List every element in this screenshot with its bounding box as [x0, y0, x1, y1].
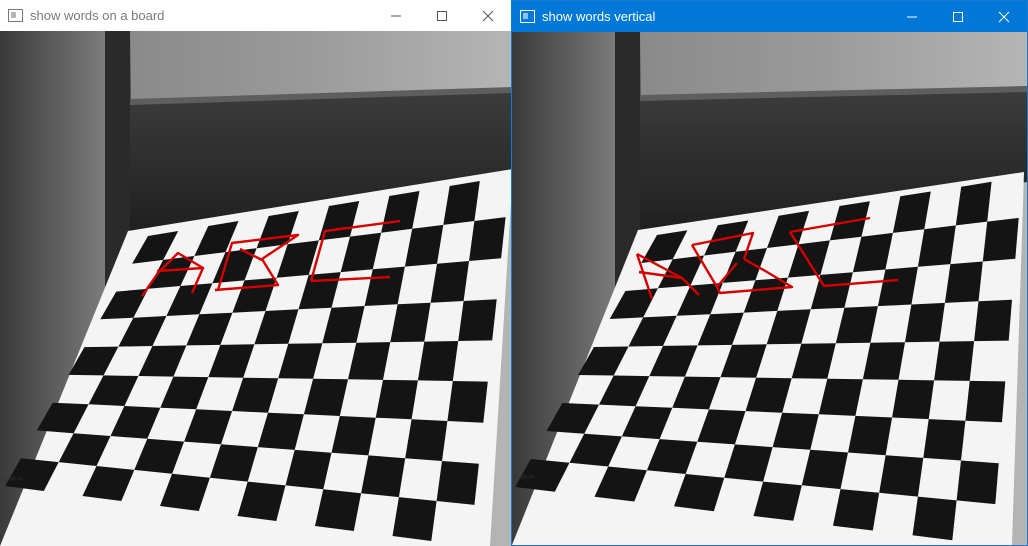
maximize-icon	[953, 11, 963, 22]
image-view: Calib.io	[512, 32, 1027, 545]
minimize-button[interactable]	[373, 0, 419, 31]
title-bar[interactable]: show words vertical	[512, 1, 1027, 32]
close-button[interactable]	[981, 1, 1027, 32]
checker-square	[392, 497, 437, 541]
checker-square	[315, 489, 362, 531]
board-brand-label: Calib.io	[3, 476, 24, 483]
checker-square	[361, 455, 406, 498]
maximize-icon	[437, 10, 447, 21]
maximize-button[interactable]	[935, 1, 981, 32]
checker-square	[417, 341, 459, 381]
checker-square	[848, 415, 893, 456]
window-show-words-on-a-board[interactable]: show words on a board Calib.io	[0, 0, 511, 546]
minimize-button[interactable]	[889, 1, 935, 32]
checker-square	[912, 496, 957, 541]
checker-square	[833, 489, 880, 531]
image-view: Calib.io	[0, 31, 511, 546]
checker-square	[879, 455, 924, 497]
title-bar[interactable]: show words on a board	[0, 0, 511, 31]
checker-square	[965, 380, 1006, 423]
close-icon	[998, 11, 1010, 22]
checker-square	[974, 299, 1012, 342]
window-title: show words vertical	[542, 9, 656, 24]
camera-image: Calib.io	[0, 31, 511, 546]
minimize-icon	[391, 15, 401, 16]
minimize-icon	[907, 16, 917, 17]
checker-square	[944, 261, 983, 303]
checker-square	[405, 419, 448, 461]
checker-square	[934, 341, 975, 381]
checker-square	[892, 379, 935, 420]
camera-image: Calib.io	[512, 32, 1027, 545]
checker-square	[458, 299, 497, 341]
checker-square	[469, 217, 506, 261]
app-icon	[8, 9, 23, 22]
checker-square	[905, 302, 945, 343]
checker-square	[447, 381, 488, 423]
maximize-button[interactable]	[419, 0, 465, 31]
close-button[interactable]	[465, 0, 511, 31]
window-show-words-vertical[interactable]: show words vertical Calib.io	[511, 0, 1028, 546]
close-icon	[482, 10, 494, 21]
board-brand-label: Calib.io	[514, 474, 535, 481]
checker-square	[955, 181, 992, 226]
checker-square	[982, 217, 1019, 262]
checker-square	[923, 419, 966, 461]
checker-square	[436, 461, 479, 505]
app-icon	[520, 10, 535, 23]
checker-square	[375, 379, 418, 420]
window-title: show words on a board	[30, 8, 165, 23]
checker-square	[956, 460, 999, 505]
